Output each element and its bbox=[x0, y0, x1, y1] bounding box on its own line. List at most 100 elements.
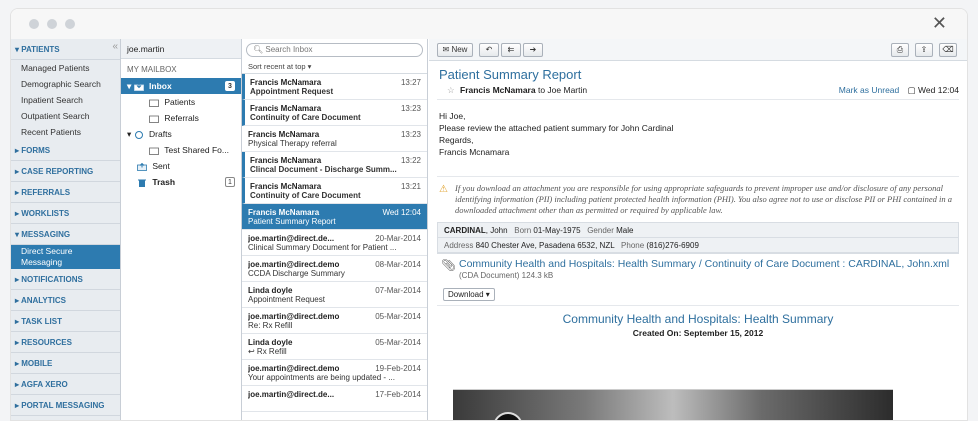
print-button[interactable]: ⎙ bbox=[891, 43, 909, 57]
message-time: 20-Mar-2014 bbox=[375, 234, 421, 243]
share-icon: ⇪ bbox=[920, 45, 928, 54]
message-row[interactable]: joe.martin@direct.demo Your appointments … bbox=[242, 360, 427, 386]
nav-item[interactable]: Recent Patients bbox=[11, 124, 120, 140]
document-created: Created On: September 15, 2012 bbox=[632, 328, 764, 338]
message-row[interactable]: Linda doyle Appointment Request 07-Mar-201… bbox=[242, 282, 427, 308]
expand-icon[interactable]: ▾ bbox=[127, 81, 131, 91]
nav-item[interactable]: Demographic Search bbox=[11, 76, 120, 92]
nav-section[interactable]: ▸ WORKLISTS bbox=[11, 203, 120, 224]
image-marker bbox=[493, 412, 523, 420]
collapse-nav-icon[interactable]: « bbox=[112, 41, 118, 52]
mailbox-user: joe.martin bbox=[121, 39, 241, 59]
help-icon[interactable]: ▢ bbox=[908, 85, 916, 95]
patient-address: 840 Chester Ave, Pasadena 6532, NZL bbox=[475, 241, 615, 250]
nav-item-direct-secure-messaging[interactable]: Direct Secure Messaging bbox=[11, 245, 120, 269]
delete-button[interactable]: ⌫ bbox=[939, 43, 957, 57]
message-body: Hi Joe, Please review the attached patie… bbox=[429, 100, 967, 176]
search-input[interactable]: 🔍︎ Search Inbox bbox=[246, 43, 423, 57]
message-subject: CCDA Discharge Summary bbox=[248, 269, 345, 278]
patient-last-name: CARDINAL bbox=[444, 226, 486, 235]
star-icon[interactable]: ☆ bbox=[447, 85, 455, 95]
nav-section[interactable]: ▸ AGFA XERO bbox=[11, 374, 120, 395]
message-subject: Appointment Request bbox=[250, 87, 334, 96]
message-time: 13:21 bbox=[400, 182, 421, 191]
share-button[interactable]: ⇪ bbox=[915, 43, 933, 57]
message-subject: Physical Therapy referral bbox=[248, 139, 337, 148]
message-sender: Francis McNamara bbox=[250, 104, 322, 113]
nav-section[interactable]: ▸ MOBILE bbox=[11, 353, 120, 374]
nav-section[interactable]: ▾ PATIENTS bbox=[11, 39, 120, 60]
message-date: Wed 12:04 bbox=[918, 85, 959, 95]
new-message-button[interactable]: ✉ New bbox=[437, 43, 473, 57]
folder-icon bbox=[149, 99, 159, 107]
message-sender: Francis McNamara bbox=[248, 130, 320, 139]
message-row[interactable]: Francis McNamara Appointment Request 13:27 bbox=[242, 74, 427, 100]
close-icon[interactable]: ✕ bbox=[932, 13, 947, 33]
patient-gender: Male bbox=[616, 226, 634, 235]
title-bar: ✕ bbox=[11, 9, 967, 39]
nav-item[interactable]: Outpatient Search bbox=[11, 108, 120, 124]
message-row[interactable]: Francis McNamara Physical Therapy referra… bbox=[242, 126, 427, 152]
phone-label: Phone bbox=[621, 241, 645, 250]
forward-button[interactable]: ➔ bbox=[523, 43, 543, 57]
message-row[interactable]: Francis McNamara Continuity of Care Docum… bbox=[242, 178, 427, 204]
nav-item[interactable]: Managed Patients bbox=[11, 60, 120, 76]
nav-section[interactable]: ▸ ANALYTICS bbox=[11, 290, 120, 311]
compose-icon: ✉ bbox=[442, 45, 450, 54]
expand-icon[interactable]: ▾ bbox=[127, 129, 131, 139]
paperclip-icon: 📎︎ bbox=[441, 258, 457, 272]
reply-button[interactable]: ↶ bbox=[479, 43, 499, 57]
message-row[interactable]: Francis McNamara Clincal Document - Disch… bbox=[242, 152, 427, 178]
nav-section[interactable]: ▸ RESOURCES bbox=[11, 332, 120, 353]
message-row[interactable]: joe.martin@direct.demo Re: Rx Refill 05-Ma… bbox=[242, 308, 427, 334]
nav-section[interactable]: ▸ CASE REPORTING bbox=[11, 161, 120, 182]
patient-demographics: CARDINAL, John Born 01-May-1975 Gender M… bbox=[438, 223, 958, 238]
window-dot[interactable] bbox=[65, 19, 75, 29]
document-title: Community Health and Hospitals: Health S… bbox=[562, 312, 834, 326]
reply-all-button[interactable]: ⇇ bbox=[501, 43, 521, 57]
reply-icon: ↶ bbox=[485, 45, 493, 54]
folder-test-shared[interactable]: Test Shared Fo... bbox=[121, 142, 241, 158]
nav-section[interactable]: ▸ PORTAL MESSAGING bbox=[11, 395, 120, 416]
left-nav: « ▾ PATIENTS Managed Patients Demographic … bbox=[11, 39, 121, 420]
sort-dropdown[interactable]: Sort recent at top ▾ bbox=[242, 60, 427, 74]
nav-item[interactable]: Inpatient Search bbox=[11, 92, 120, 108]
message-row[interactable]: Linda doyle ↩ Rx Refill 05-Mar-2014 bbox=[242, 334, 427, 360]
message-list: 🔍︎ Search Inbox Sort recent at top ▾ Fra… bbox=[242, 39, 428, 420]
trash-icon bbox=[138, 179, 146, 187]
gender-label: Gender bbox=[587, 226, 614, 235]
message-sender: Francis McNamara bbox=[250, 182, 322, 191]
trash-icon: ⌫ bbox=[942, 45, 954, 54]
nav-section[interactable]: ▸ FORMS bbox=[11, 140, 120, 161]
download-button[interactable]: Download ▾ bbox=[443, 288, 495, 301]
folder-inbox[interactable]: ▾ Inbox 3 bbox=[121, 78, 241, 94]
sent-icon bbox=[137, 162, 147, 171]
folder-patients[interactable]: Patients bbox=[121, 94, 241, 110]
message-subject: Patient Summary Report bbox=[248, 217, 336, 226]
attachment-link[interactable]: Community Health and Hospitals: Health S… bbox=[459, 258, 949, 270]
window-dot[interactable] bbox=[47, 19, 57, 29]
mark-unread-link[interactable]: Mark as Unread bbox=[839, 85, 899, 95]
message-row[interactable]: joe.martin@direct.de... 17-Feb-2014 bbox=[242, 386, 427, 412]
recipient-text: to Joe Martin bbox=[537, 85, 588, 95]
folder-pane: joe.martin MY MAILBOX ▾ Inbox 3 Patients… bbox=[121, 39, 242, 420]
message-row[interactable]: Francis McNamara Continuity of Care Docum… bbox=[242, 100, 427, 126]
message-row[interactable]: joe.martin@direct.de... Clinical Summary … bbox=[242, 230, 427, 256]
message-time: 05-Mar-2014 bbox=[375, 338, 421, 347]
folder-sent[interactable]: Sent bbox=[121, 158, 241, 174]
nav-section[interactable]: ▸ TASK LIST bbox=[11, 311, 120, 332]
folder-drafts[interactable]: ▾ Drafts bbox=[121, 126, 241, 142]
reader-toolbar: ✉ New ↶ ⇇ ➔ ⎙ ⇪ ⌫ bbox=[429, 39, 967, 61]
nav-section[interactable]: ▾ MESSAGING bbox=[11, 224, 120, 245]
nav-section[interactable]: ▸ REFERRALS bbox=[11, 182, 120, 203]
new-label: New bbox=[451, 45, 468, 54]
message-row[interactable]: Francis McNamara Patient Summary Report We… bbox=[242, 204, 427, 230]
folder-referrals[interactable]: Referrals bbox=[121, 110, 241, 126]
forward-icon: ➔ bbox=[529, 45, 537, 54]
message-time: 13:27 bbox=[400, 78, 421, 87]
nav-section[interactable]: ▸ NOTIFICATIONS bbox=[11, 269, 120, 290]
patient-contact: Address 840 Chester Ave, Pasadena 6532, … bbox=[438, 238, 958, 253]
message-row[interactable]: joe.martin@direct.demo CCDA Discharge Sum… bbox=[242, 256, 427, 282]
window-dot[interactable] bbox=[29, 19, 39, 29]
folder-trash[interactable]: Trash 1 bbox=[121, 174, 241, 190]
